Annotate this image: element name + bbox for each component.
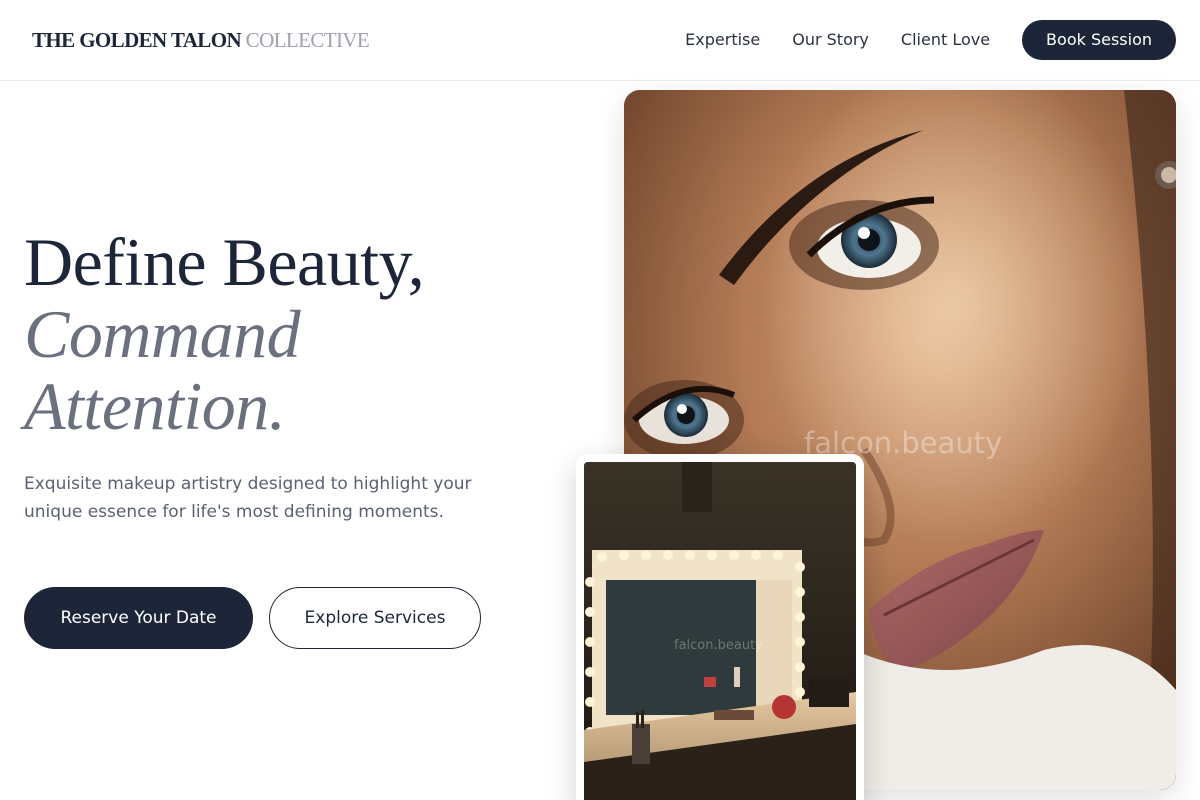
nav-link-client-love[interactable]: Client Love <box>901 20 990 60</box>
hero-headline: Define Beauty, Command Attention. <box>24 224 425 444</box>
site-header: THE GOLDEN TALON COLLECTIVE Expertise Ou… <box>0 0 1200 81</box>
main-nav: Expertise Our Story Client Love Book Ses… <box>685 20 1176 60</box>
headline-line-1: Define Beauty, <box>24 224 425 300</box>
vanity-image: falcon.beauty <box>584 462 856 800</box>
nav-link-our-story[interactable]: Our Story <box>792 20 869 60</box>
logo-secondary-text: COLLECTIVE <box>245 28 370 52</box>
vanity-illustration <box>584 462 856 800</box>
headline-line-2: Command <box>24 296 301 372</box>
nav-link-expertise[interactable]: Expertise <box>685 20 760 60</box>
vanity-watermark: falcon.beauty <box>674 638 763 653</box>
brand-logo[interactable]: THE GOLDEN TALON COLLECTIVE <box>32 28 370 53</box>
headline-line-3: Attention. <box>24 368 286 444</box>
explore-services-button[interactable]: Explore Services <box>269 587 481 649</box>
logo-primary-text: THE GOLDEN TALON <box>32 28 242 52</box>
book-session-button[interactable]: Book Session <box>1022 20 1176 60</box>
vanity-image-card: falcon.beauty <box>576 454 864 800</box>
hero-subtext: Exquisite makeup artistry designed to hi… <box>24 474 472 522</box>
reserve-date-button[interactable]: Reserve Your Date <box>24 587 253 649</box>
